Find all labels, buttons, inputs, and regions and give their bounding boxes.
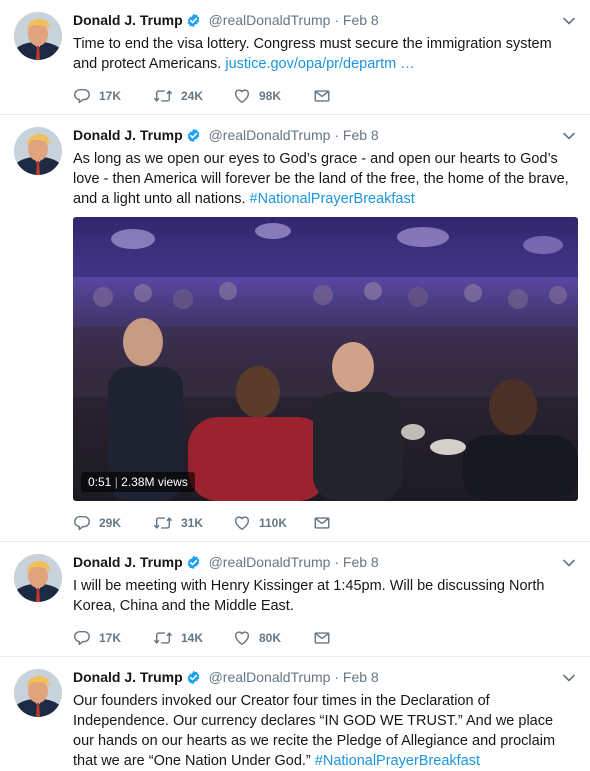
avatar[interactable] (14, 127, 62, 175)
avatar[interactable] (14, 669, 62, 717)
tweet[interactable]: Donald J. Trump @realDonaldTrump · Feb 8… (0, 115, 590, 542)
verified-badge-icon (186, 555, 201, 575)
author-name[interactable]: Donald J. Trump (73, 554, 183, 570)
tweet-header: Donald J. Trump @realDonaldTrump · Feb 8 (73, 552, 574, 575)
retweet-count: 24K (181, 89, 204, 103)
envelope-icon (313, 629, 331, 647)
reply-icon (73, 87, 91, 105)
retweet-icon (153, 514, 173, 532)
avatar[interactable] (14, 554, 62, 602)
chevron-down-icon[interactable] (562, 556, 576, 575)
chevron-down-icon[interactable] (562, 14, 576, 33)
like-button[interactable]: 98K (233, 87, 313, 105)
tweet-actions: 17K 24K 98K (73, 78, 574, 114)
verified-badge-icon (186, 128, 201, 148)
hashtag-link[interactable]: #NationalPrayerBreakfast (250, 191, 415, 207)
separator: · (334, 554, 339, 570)
direct-message-button[interactable] (313, 87, 393, 105)
heart-icon (233, 629, 251, 647)
tweet-text: Our founders invoked our Creator four ti… (73, 691, 574, 771)
verified-badge-icon (186, 670, 201, 690)
chevron-down-icon[interactable] (562, 129, 576, 148)
author-handle[interactable]: @realDonaldTrump (209, 669, 331, 685)
envelope-icon (313, 87, 331, 105)
tweet-text: As long as we open our eyes to God’s gra… (73, 149, 574, 209)
retweet-icon (153, 87, 173, 105)
heart-icon (233, 87, 251, 105)
video-player[interactable]: 0:51 | 2.38M views (73, 217, 578, 501)
like-count: 110K (259, 516, 288, 530)
reply-button[interactable]: 17K (73, 87, 153, 105)
reply-count: 17K (99, 631, 122, 645)
separator: · (334, 12, 339, 28)
retweet-count: 31K (181, 516, 204, 530)
reply-icon (73, 514, 91, 532)
tweet-actions: 29K 31K 110K (73, 505, 574, 541)
timestamp[interactable]: Feb 8 (343, 12, 379, 28)
author-name[interactable]: Donald J. Trump (73, 669, 183, 685)
like-button[interactable]: 80K (233, 629, 313, 647)
verified-badge-icon (186, 13, 201, 33)
reply-count: 29K (99, 516, 122, 530)
video-stats-badge: 0:51 | 2.38M views (81, 472, 195, 492)
tweet-header: Donald J. Trump @realDonaldTrump · Feb 8 (73, 10, 574, 33)
author-handle[interactable]: @realDonaldTrump (209, 127, 331, 143)
reply-button[interactable]: 17K (73, 629, 153, 647)
retweet-count: 14K (181, 631, 204, 645)
video-frame (73, 217, 578, 501)
like-button[interactable]: 110K (233, 514, 313, 532)
tweet-header: Donald J. Trump @realDonaldTrump · Feb 8 (73, 125, 574, 148)
author-name[interactable]: Donald J. Trump (73, 127, 183, 143)
reply-button[interactable]: 29K (73, 514, 153, 532)
author-name[interactable]: Donald J. Trump (73, 12, 183, 28)
retweet-button[interactable]: 24K (153, 87, 233, 105)
direct-message-button[interactable] (313, 514, 393, 532)
tweet-header: Donald J. Trump @realDonaldTrump · Feb 8 (73, 667, 574, 690)
direct-message-button[interactable] (313, 629, 393, 647)
retweet-button[interactable]: 31K (153, 514, 233, 532)
separator: · (334, 127, 339, 143)
tweet[interactable]: Donald J. Trump @realDonaldTrump · Feb 8… (0, 542, 590, 657)
retweet-button[interactable]: 14K (153, 629, 233, 647)
author-handle[interactable]: @realDonaldTrump (209, 554, 331, 570)
timestamp[interactable]: Feb 8 (343, 127, 379, 143)
hashtag-link[interactable]: #NationalPrayerBreakfast (315, 753, 480, 769)
like-count: 98K (259, 89, 282, 103)
reply-icon (73, 629, 91, 647)
envelope-icon (313, 514, 331, 532)
timestamp[interactable]: Feb 8 (343, 669, 379, 685)
tweet[interactable]: Donald J. Trump @realDonaldTrump · Feb 8… (0, 657, 590, 771)
author-handle[interactable]: @realDonaldTrump (209, 12, 331, 28)
video-duration: 0:51 (88, 475, 112, 489)
video-views: 2.38M views (121, 475, 188, 489)
avatar[interactable] (14, 12, 62, 60)
tweet-body: I will be meeting with Henry Kissinger a… (73, 578, 545, 614)
tweet-text: I will be meeting with Henry Kissinger a… (73, 576, 574, 616)
tweet-link[interactable]: justice.gov/opa/pr/departm … (225, 56, 414, 72)
chevron-down-icon[interactable] (562, 671, 576, 690)
heart-icon (233, 514, 251, 532)
like-count: 80K (259, 631, 282, 645)
timestamp[interactable]: Feb 8 (343, 554, 379, 570)
tweet[interactable]: Donald J. Trump @realDonaldTrump · Feb 8… (0, 0, 590, 115)
retweet-icon (153, 629, 173, 647)
tweet-actions: 17K 14K 80K (73, 620, 574, 656)
timeline: Donald J. Trump @realDonaldTrump · Feb 8… (0, 0, 590, 771)
reply-count: 17K (99, 89, 122, 103)
tweet-text: Time to end the visa lottery. Congress m… (73, 34, 574, 74)
separator: · (334, 669, 339, 685)
